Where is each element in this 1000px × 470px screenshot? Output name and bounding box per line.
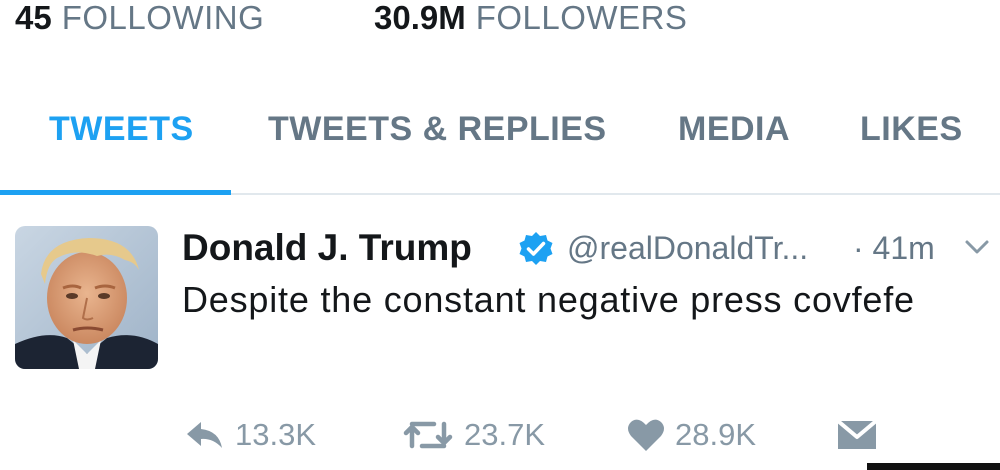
envelope-icon [836,419,878,449]
tweet[interactable]: Donald J. Trump @realDonaldTr... · 41m D… [0,195,1000,470]
like-button[interactable]: 28.9K [627,410,756,460]
profile-tabs: TWEETS TWEETS & REPLIES MEDIA LIKES [0,92,1000,195]
retweet-button[interactable]: 23.7K [402,410,545,460]
following-count: 45 [15,0,52,36]
reply-arrow-icon [187,422,222,448]
tweet-text: Despite the constant negative press covf… [182,279,915,320]
tweet-timestamp[interactable]: · 41m [853,225,935,271]
following-label: FOLLOWING [61,0,265,36]
direct-message-button[interactable] [836,410,878,460]
like-count: 28.9K [675,417,757,452]
followers-count: 30.9M [374,0,466,36]
heart-icon [628,419,664,451]
tab-likes[interactable]: LIKES [860,110,963,149]
tweet-actions: 13.3K 23.7K 28.9K [0,410,1000,460]
followers-stat[interactable]: 30.9M FOLLOWERS [374,0,687,38]
verified-badge-icon [519,232,553,265]
chevron-down-icon[interactable] [964,237,990,257]
reply-button[interactable]: 13.3K [185,410,316,460]
reply-count: 13.3K [235,417,317,452]
tab-tweets[interactable]: TWEETS [49,110,194,149]
followers-label: FOLLOWERS [475,0,688,36]
profile-stats: 45 FOLLOWING 30.9M FOLLOWERS [0,0,1000,40]
following-stat[interactable]: 45 FOLLOWING [15,0,264,38]
tab-media[interactable]: MEDIA [678,110,790,149]
retweet-count: 23.7K [464,417,546,452]
author-handle[interactable]: @realDonaldTr... [567,225,808,271]
retweet-icon [403,421,453,449]
author-name[interactable]: Donald J. Trump [182,225,472,271]
avatar[interactable] [15,226,158,369]
bottom-bar-edge [867,463,1000,470]
tab-tweets-and-replies[interactable]: TWEETS & REPLIES [268,110,607,149]
